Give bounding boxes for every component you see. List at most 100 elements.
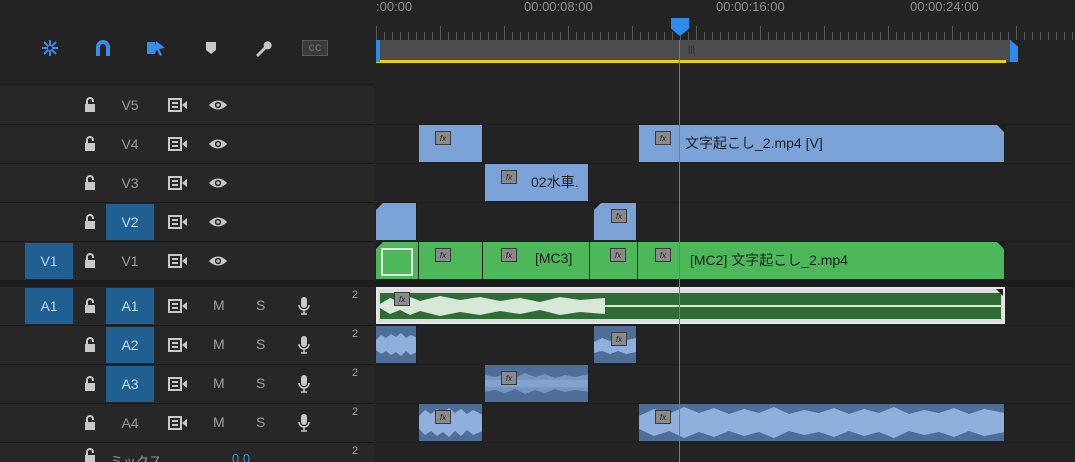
mute-button[interactable]: M [213, 375, 225, 391]
mute-button[interactable]: M [213, 336, 225, 352]
fx-badge-icon[interactable]: fx [394, 292, 410, 306]
lane-a3[interactable] [376, 365, 1075, 404]
track-header-a2[interactable]: A2 M S 2 [0, 326, 374, 365]
track-header-a3[interactable]: A3 M S 2 [0, 365, 374, 404]
lock-icon[interactable] [80, 414, 100, 432]
sync-lock-icon[interactable] [168, 375, 188, 393]
track-header-v3[interactable]: V3 [0, 164, 374, 203]
track-header-v4[interactable]: V4 [0, 125, 374, 164]
video-clip[interactable]: fx 02水車. [485, 164, 589, 201]
work-area-in-handle[interactable] [376, 40, 380, 62]
track-header-v5[interactable]: V5 [0, 86, 374, 125]
multicam-clip[interactable] [376, 242, 419, 279]
track-header-v2[interactable]: V2 [0, 203, 374, 242]
multicam-clip[interactable]: fx [MC3] [483, 242, 590, 279]
toggle-output-eye-icon[interactable] [208, 213, 228, 231]
fx-badge-icon[interactable]: fx [435, 410, 451, 424]
track-name[interactable]: V4 [106, 126, 154, 162]
audio-clip[interactable]: fx [639, 404, 1005, 441]
fx-badge-icon[interactable]: fx [610, 248, 626, 262]
sync-lock-icon[interactable] [168, 252, 188, 270]
lane-v5[interactable] [376, 86, 1075, 125]
source-patch-a1[interactable]: A1 [25, 288, 73, 324]
microphone-icon[interactable] [294, 375, 314, 393]
lane-v2[interactable] [376, 203, 1075, 242]
playhead-line[interactable] [679, 40, 680, 462]
track-header-mix[interactable]: ミックス 0.0 2 [0, 443, 374, 462]
fx-badge-icon[interactable]: fx [611, 209, 627, 223]
solo-button[interactable]: S [256, 336, 265, 352]
lock-icon[interactable] [80, 135, 100, 153]
lock-icon[interactable] [80, 297, 100, 315]
audio-clip[interactable]: fx [419, 404, 483, 441]
sync-lock-icon[interactable] [168, 96, 188, 114]
sync-lock-icon[interactable] [168, 213, 188, 231]
fx-badge-icon[interactable]: fx [501, 248, 517, 262]
sync-lock-icon[interactable] [168, 336, 188, 354]
video-clip[interactable]: fx [594, 203, 637, 240]
captions-icon[interactable]: CC [302, 36, 328, 60]
video-clip[interactable]: fx [419, 125, 483, 162]
audio-clip[interactable]: fx [376, 287, 1005, 324]
toggle-output-eye-icon[interactable] [208, 96, 228, 114]
lock-icon[interactable] [80, 252, 100, 270]
work-area-grip[interactable]: ||| [688, 44, 695, 54]
mute-button[interactable]: M [213, 414, 225, 430]
fx-badge-icon[interactable]: fx [435, 248, 451, 262]
fx-badge-icon[interactable]: fx [501, 371, 517, 385]
linked-selection-icon[interactable] [143, 36, 169, 60]
track-name[interactable]: A3 [106, 366, 154, 402]
track-name[interactable]: V5 [106, 87, 154, 123]
toggle-output-eye-icon[interactable] [208, 174, 228, 192]
lane-v3[interactable] [376, 164, 1075, 203]
track-name[interactable]: V1 [106, 243, 154, 279]
video-clip[interactable]: fx 文字起こし_2.mp4 [V] [639, 125, 1005, 162]
multicam-clip[interactable]: fx [MC2] 文字起こし_2.mp4 [638, 242, 1005, 279]
lock-icon[interactable] [80, 174, 100, 192]
multicam-clip[interactable]: fx [419, 242, 483, 279]
microphone-icon[interactable] [294, 336, 314, 354]
fx-badge-icon[interactable]: fx [655, 248, 671, 262]
audio-clip[interactable]: fx [485, 365, 589, 402]
settings-wrench-icon[interactable] [250, 36, 276, 60]
fx-badge-icon[interactable]: fx [655, 410, 671, 424]
solo-button[interactable]: S [256, 297, 265, 313]
lock-icon[interactable] [80, 96, 100, 114]
snap-nest-icon[interactable] [37, 36, 63, 60]
track-name[interactable]: A1 [106, 288, 154, 324]
video-clip[interactable] [376, 203, 417, 240]
lock-icon[interactable] [80, 213, 100, 231]
solo-button[interactable]: S [256, 414, 265, 430]
audio-clip[interactable]: fx [594, 326, 637, 363]
toggle-output-eye-icon[interactable] [208, 252, 228, 270]
fx-badge-icon[interactable]: fx [611, 332, 627, 346]
sync-lock-icon[interactable] [168, 297, 188, 315]
sync-lock-icon[interactable] [168, 135, 188, 153]
solo-button[interactable]: S [256, 375, 265, 391]
fx-badge-icon[interactable]: fx [435, 131, 451, 145]
lock-icon[interactable] [80, 447, 100, 462]
track-header-v1[interactable]: V1 V1 [0, 242, 374, 281]
microphone-icon[interactable] [294, 414, 314, 432]
fx-badge-icon[interactable]: fx [655, 131, 671, 145]
lock-icon[interactable] [80, 336, 100, 354]
track-header-a1[interactable]: A1 A1 M S 2 [0, 287, 374, 326]
fx-badge-icon[interactable]: fx [501, 170, 517, 184]
mute-button[interactable]: M [213, 297, 225, 313]
multicam-clip[interactable]: fx [590, 242, 638, 279]
sync-lock-icon[interactable] [168, 174, 188, 192]
source-patch-v1[interactable]: V1 [25, 243, 73, 279]
time-ruler[interactable]: :00:00 00:00:08:00 00:00:16:00 00:00:24:… [376, 0, 1075, 40]
track-name[interactable]: V2 [106, 204, 154, 240]
sync-lock-icon[interactable] [168, 414, 188, 432]
mix-volume-value[interactable]: 0.0 [232, 451, 250, 462]
lock-icon[interactable] [80, 375, 100, 393]
track-name[interactable]: V3 [106, 165, 154, 201]
toggle-output-eye-icon[interactable] [208, 135, 228, 153]
audio-clip[interactable] [376, 326, 417, 363]
microphone-icon[interactable] [294, 297, 314, 315]
track-name[interactable]: A2 [106, 327, 154, 363]
track-name[interactable]: A4 [106, 405, 154, 441]
add-marker-icon[interactable] [198, 36, 224, 60]
track-header-a4[interactable]: A4 M S 2 [0, 404, 374, 443]
